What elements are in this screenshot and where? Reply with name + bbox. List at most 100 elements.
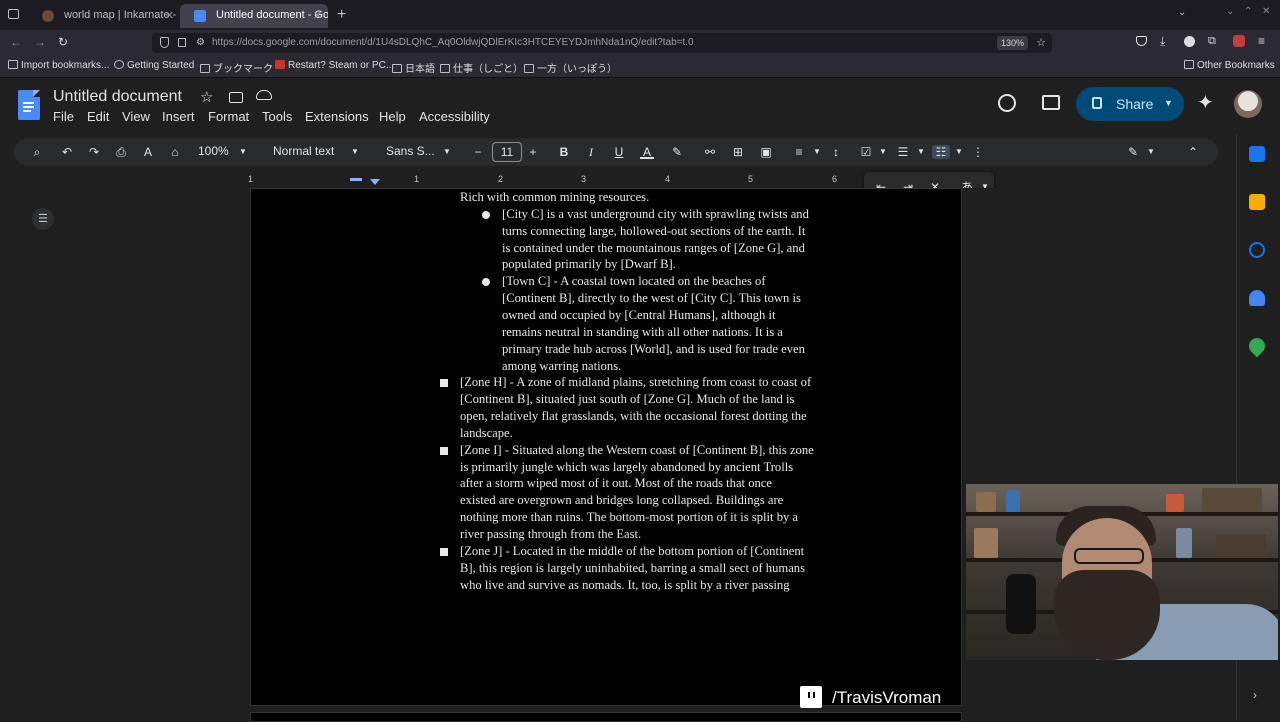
text-line[interactable]: turns connecting large, hollowed-out sec…: [502, 223, 805, 240]
font-size-input[interactable]: 11: [492, 142, 522, 162]
font-family-select[interactable]: Sans S...: [386, 144, 435, 158]
tab-google-doc[interactable]: Untitled document - Goog ✕: [180, 4, 328, 28]
list-item[interactable]: [City C] is a vast underground city with…: [502, 206, 809, 223]
paragraph-style-select[interactable]: Normal text: [273, 144, 334, 158]
docs-logo-icon[interactable]: [18, 90, 40, 120]
align-icon[interactable]: ≡: [792, 145, 806, 159]
share-button[interactable]: Share ▼: [1076, 87, 1184, 121]
document-outline-icon[interactable]: ☰: [32, 208, 54, 230]
menu-file[interactable]: File: [53, 109, 74, 124]
maps-icon[interactable]: [1245, 334, 1269, 358]
forward-icon[interactable]: →: [34, 35, 46, 49]
decrease-font-size-icon[interactable]: −: [471, 145, 485, 159]
contacts-icon[interactable]: [1249, 290, 1265, 306]
insert-link-icon[interactable]: ⚯: [703, 145, 717, 159]
menu-edit[interactable]: Edit: [87, 109, 109, 124]
chevron-down-icon[interactable]: ▼: [236, 145, 250, 159]
chevron-down-icon[interactable]: ▼: [348, 145, 362, 159]
list-item[interactable]: [Zone H] - A zone of midland plains, str…: [460, 374, 811, 391]
star-icon[interactable]: ☆: [200, 88, 213, 106]
text-line[interactable]: landscape.: [460, 425, 513, 442]
list-item[interactable]: [Town C] - A coastal town located on the…: [502, 273, 766, 290]
underline-icon[interactable]: U: [612, 145, 626, 159]
expand-panel-icon[interactable]: ›: [1253, 688, 1257, 702]
app-menu-icon[interactable]: ≡: [1258, 34, 1265, 48]
tab-inkarnate[interactable]: world map | Inkarnate - C ✕: [28, 4, 180, 28]
window-close-icon[interactable]: ✕: [1262, 6, 1270, 17]
calendar-icon[interactable]: [1249, 146, 1265, 162]
gemini-sparkle-icon[interactable]: ✦: [1197, 90, 1214, 115]
add-comment-icon[interactable]: ⊞: [731, 145, 745, 159]
document-title[interactable]: Untitled document: [53, 88, 182, 106]
chevron-down-icon[interactable]: ▼: [914, 145, 928, 159]
more-options-icon[interactable]: ⋮: [971, 145, 985, 159]
menu-extensions[interactable]: Extensions: [305, 109, 369, 124]
text-line[interactable]: open, relatively flat grasslands, with t…: [460, 408, 807, 425]
italic-icon[interactable]: I: [584, 145, 598, 159]
list-item[interactable]: [Zone I] - Situated along the Western co…: [460, 442, 814, 459]
text-line[interactable]: among warring nations.: [502, 358, 621, 375]
hide-menus-icon[interactable]: ⌃: [1186, 145, 1200, 159]
bookmark-folder-ippou[interactable]: 一方（いっぽう）: [524, 60, 617, 75]
text-line[interactable]: is primarily jungle which was largely ab…: [460, 459, 793, 476]
line-spacing-icon[interactable]: ↕: [829, 145, 843, 159]
text-line[interactable]: who live and survive as nomads. It, too,…: [460, 577, 790, 594]
account-icon[interactable]: [1184, 36, 1195, 47]
permissions-icon[interactable]: ⚙: [196, 37, 205, 48]
bold-icon[interactable]: B: [557, 145, 571, 159]
move-folder-icon[interactable]: [229, 92, 243, 103]
close-tab-icon[interactable]: ✕: [165, 9, 174, 22]
maximize-icon[interactable]: ⌃: [1244, 6, 1252, 17]
bookmark-restart[interactable]: Restart? Steam or PC...: [275, 60, 394, 71]
addon-icon[interactable]: [1233, 35, 1245, 47]
menu-tools[interactable]: Tools: [262, 109, 292, 124]
menu-view[interactable]: View: [122, 109, 150, 124]
redo-icon[interactable]: ↷: [87, 145, 101, 159]
paint-format-icon[interactable]: ⌂: [168, 145, 182, 159]
highlight-icon[interactable]: ✎: [670, 145, 684, 159]
text-line[interactable]: is contained under the mountainous range…: [502, 240, 805, 257]
spellcheck-icon[interactable]: A: [141, 145, 155, 159]
list-item[interactable]: [Zone J] - Located in the middle of the …: [460, 543, 804, 560]
text-line[interactable]: after a storm wiped most of it out. Most…: [460, 475, 772, 492]
lock-icon[interactable]: [178, 38, 186, 47]
pocket-icon[interactable]: [1136, 36, 1147, 46]
new-tab-icon[interactable]: +: [337, 6, 346, 24]
bulleted-list-icon[interactable]: ☰: [896, 145, 910, 159]
first-line-indent-marker[interactable]: [370, 179, 380, 185]
text-line[interactable]: [Continent B], situated just south of [Z…: [460, 391, 794, 408]
increase-font-size-icon[interactable]: +: [526, 145, 540, 159]
list-all-tabs-icon[interactable]: ⌄: [1178, 7, 1186, 18]
left-indent-marker[interactable]: [350, 178, 362, 181]
close-tab-icon[interactable]: ✕: [313, 9, 322, 22]
menu-insert[interactable]: Insert: [162, 109, 195, 124]
text-line[interactable]: populated primarily by [Dwarf B].: [502, 256, 676, 273]
chevron-down-icon[interactable]: ▼: [952, 145, 966, 159]
menu-format[interactable]: Format: [208, 109, 249, 124]
bookmark-folder-shigoto[interactable]: 仕事（しごと）: [440, 60, 523, 75]
extensions-icon[interactable]: ⧉: [1208, 35, 1216, 48]
print-icon[interactable]: ⎙: [114, 145, 128, 159]
search-menus-icon[interactable]: ⌕: [30, 145, 44, 159]
avatar[interactable]: [1234, 90, 1262, 118]
text-line[interactable]: existed are overgrown and bridges long c…: [460, 492, 783, 509]
bookmark-getting-started[interactable]: Getting Started: [114, 60, 194, 71]
version-history-icon[interactable]: [998, 94, 1016, 112]
text-line[interactable]: Rich with common mining resources.: [460, 189, 649, 206]
text-line[interactable]: river passing through from the East.: [460, 526, 641, 543]
chevron-down-icon[interactable]: ▼: [440, 145, 454, 159]
bookmark-folder-japanese[interactable]: 日本語: [392, 60, 435, 75]
chevron-down-icon[interactable]: ▼: [1164, 98, 1173, 108]
tab-list-icon[interactable]: [8, 9, 19, 19]
keep-icon[interactable]: [1249, 194, 1265, 210]
numbered-list-icon[interactable]: ☷: [932, 145, 950, 159]
zoom-select[interactable]: 100%: [198, 144, 229, 158]
text-line[interactable]: nothing more than ruins. The bottom-most…: [460, 509, 798, 526]
text-line[interactable]: remains neutral in standing with all oth…: [502, 324, 783, 341]
bookmark-star-icon[interactable]: ☆: [1036, 36, 1046, 49]
text-line[interactable]: B], this region is largely uninhabited, …: [460, 560, 805, 577]
text-line[interactable]: owned and occupied by [Central Humans], …: [502, 307, 776, 324]
shield-icon[interactable]: [160, 37, 169, 48]
menu-accessibility[interactable]: Accessibility: [419, 109, 490, 124]
text-color-icon[interactable]: A: [640, 145, 654, 159]
